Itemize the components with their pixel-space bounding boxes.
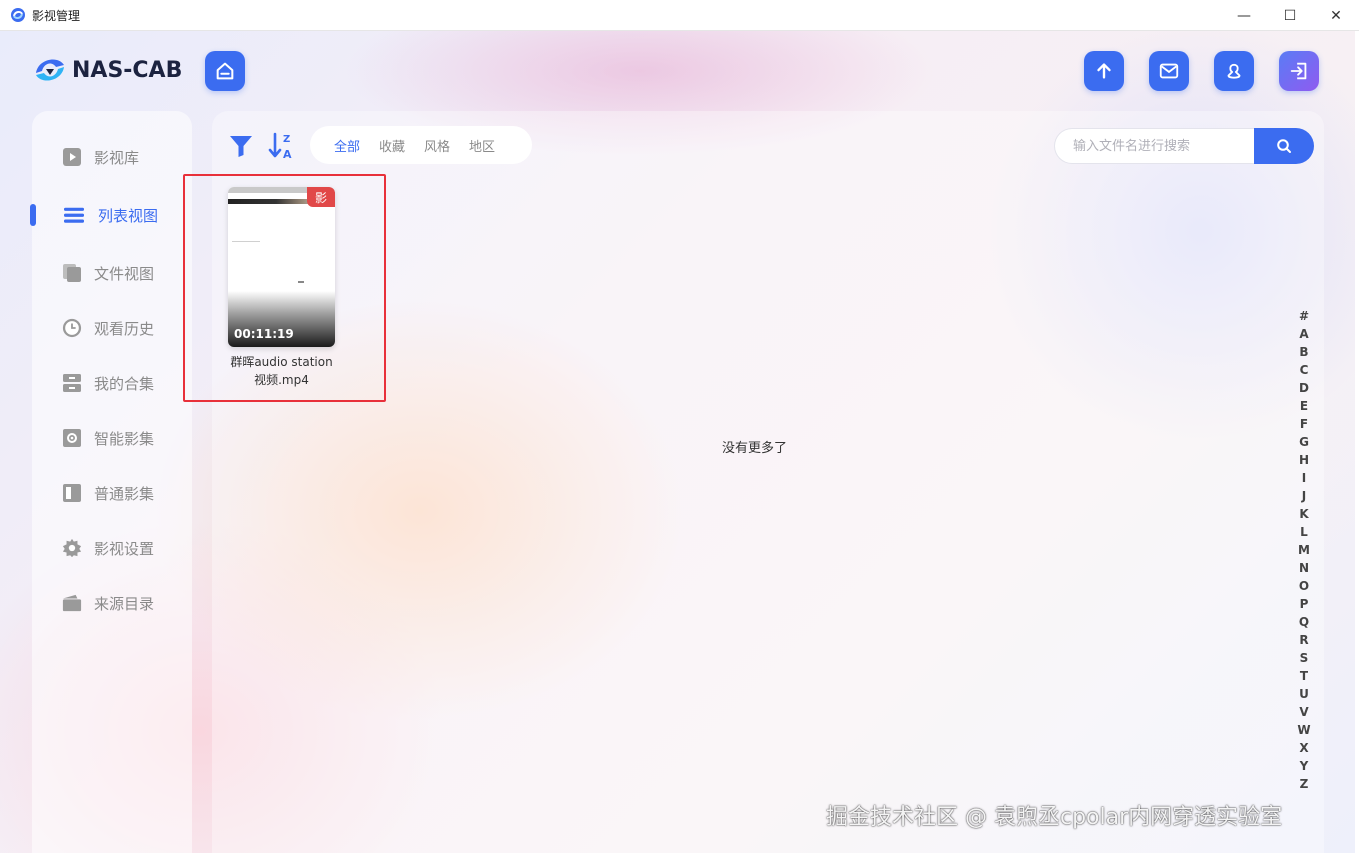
sidebar-item-smart-album[interactable]: 智能影集 <box>32 420 192 456</box>
alphabet-letter[interactable]: # <box>1299 307 1309 325</box>
alphabet-letter[interactable]: J <box>1302 487 1306 505</box>
alphabet-letter[interactable]: W <box>1297 721 1310 739</box>
folder-icon <box>62 593 82 613</box>
logout-button[interactable] <box>1279 51 1319 91</box>
media-type-badge: 影 <box>307 187 335 207</box>
alphabet-letter[interactable]: F <box>1300 415 1308 433</box>
home-icon <box>216 62 234 80</box>
sidebar-item-library[interactable]: 影视库 <box>32 139 192 175</box>
no-more-message: 没有更多了 <box>722 441 788 456</box>
sidebar-item-list-view[interactable]: 列表视图 <box>30 197 192 233</box>
alphabet-letter[interactable]: S <box>1300 649 1309 667</box>
brand-logo[interactable]: NAS-CAB <box>32 53 182 87</box>
alphabet-index: # A B C D E F G H I J K L M N O P Q R S T U V W X Y Z <box>1296 307 1312 793</box>
media-thumbnail[interactable]: 影 00:11:19 <box>228 187 335 347</box>
sidebar-item-normal-album[interactable]: 普通影集 <box>32 475 192 511</box>
alphabet-letter[interactable]: M <box>1298 541 1310 559</box>
alphabet-letter[interactable]: E <box>1300 397 1308 415</box>
user-button[interactable] <box>1214 51 1254 91</box>
watermark-text: 掘金技术社区 @ 袁煦丞cpolar内网穿透实验室 <box>826 805 1283 830</box>
mail-button[interactable] <box>1149 51 1189 91</box>
gear-icon <box>62 538 82 558</box>
media-title[interactable]: 群晖audio station视频.mp4 <box>228 353 335 389</box>
window-title: 影视管理 <box>32 8 81 23</box>
alphabet-letter[interactable]: D <box>1299 379 1309 397</box>
alphabet-letter[interactable]: P <box>1300 595 1309 613</box>
alphabet-letter[interactable]: I <box>1302 469 1306 487</box>
alphabet-letter[interactable]: U <box>1299 685 1309 703</box>
window-titlebar: 影视管理 — ☐ ✕ <box>0 0 1359 31</box>
clock-icon <box>62 318 82 338</box>
app-logo-icon <box>11 8 25 22</box>
user-icon <box>1227 63 1241 79</box>
play-icon <box>62 147 82 167</box>
alphabet-letter[interactable]: T <box>1300 667 1308 685</box>
active-indicator <box>30 204 36 226</box>
copy-icon <box>62 263 82 283</box>
upload-icon <box>1097 63 1111 79</box>
brand-name: NAS-CAB <box>72 57 183 83</box>
category-tabs: 全部 收藏 风格 地区 <box>310 126 532 164</box>
upload-button[interactable] <box>1084 51 1124 91</box>
alphabet-letter[interactable]: O <box>1299 577 1309 595</box>
alphabet-letter[interactable]: Z <box>1300 775 1309 793</box>
mail-icon <box>1159 63 1179 79</box>
alphabet-letter[interactable]: Q <box>1299 613 1309 631</box>
filter-icon[interactable] <box>228 133 254 159</box>
minimize-button[interactable]: — <box>1221 0 1267 31</box>
sidebar-item-settings[interactable]: 影视设置 <box>32 530 192 566</box>
alphabet-letter[interactable]: N <box>1299 559 1309 577</box>
alphabet-letter[interactable]: R <box>1299 631 1308 649</box>
alphabet-letter[interactable]: V <box>1299 703 1308 721</box>
alphabet-letter[interactable]: B <box>1299 343 1308 361</box>
sidebar-item-source-dir[interactable]: 来源目录 <box>32 585 192 621</box>
tab-all[interactable]: 全部 <box>334 136 360 155</box>
logout-icon <box>1290 62 1307 80</box>
sidebar-item-history[interactable]: 观看历史 <box>32 310 192 346</box>
sidebar-item-file-view[interactable]: 文件视图 <box>32 255 192 291</box>
alphabet-letter[interactable]: X <box>1299 739 1308 757</box>
list-icon <box>64 205 84 225</box>
alphabet-letter[interactable]: G <box>1299 433 1309 451</box>
alphabet-letter[interactable]: C <box>1300 361 1309 379</box>
tab-favorites[interactable]: 收藏 <box>379 136 405 155</box>
sidebar: 影视库 列表视图 文件视图 观看历史 我的合集 智能影集 普通影集 影视设置 来… <box>30 111 192 853</box>
home-button[interactable] <box>205 51 245 91</box>
media-card[interactable]: 影 00:11:19 群晖audio station视频.mp4 <box>228 187 335 389</box>
alphabet-letter[interactable]: K <box>1299 505 1308 523</box>
sort-az-icon[interactable]: Z A <box>268 131 296 161</box>
search-input[interactable] <box>1054 128 1254 164</box>
search-button[interactable] <box>1254 128 1314 164</box>
alphabet-letter[interactable]: L <box>1300 523 1308 541</box>
book-icon <box>62 483 82 503</box>
tab-region[interactable]: 地区 <box>469 136 495 155</box>
alphabet-letter[interactable]: H <box>1299 451 1309 469</box>
svg-text:A: A <box>283 148 292 161</box>
alphabet-letter[interactable]: Y <box>1300 757 1309 775</box>
search-icon <box>1277 139 1291 153</box>
alphabet-letter[interactable]: A <box>1299 325 1308 343</box>
sidebar-item-my-collection[interactable]: 我的合集 <box>32 365 192 401</box>
nas-cab-logo-icon <box>36 59 64 81</box>
main-panel: Z A 全部 收藏 风格 地区 影 00:11:19 <box>212 111 1324 853</box>
media-duration: 00:11:19 <box>234 327 294 341</box>
drawer-icon <box>62 373 82 393</box>
close-button[interactable]: ✕ <box>1313 0 1359 31</box>
svg-text:Z: Z <box>283 134 290 145</box>
app-area: NAS-CAB 影视库 列表视图 文件视图 观看历史 我的合集 智能影集 普通影… <box>0 31 1355 853</box>
gear-box-icon <box>62 428 82 448</box>
tab-genre[interactable]: 风格 <box>424 136 450 155</box>
maximize-button[interactable]: ☐ <box>1267 0 1313 31</box>
